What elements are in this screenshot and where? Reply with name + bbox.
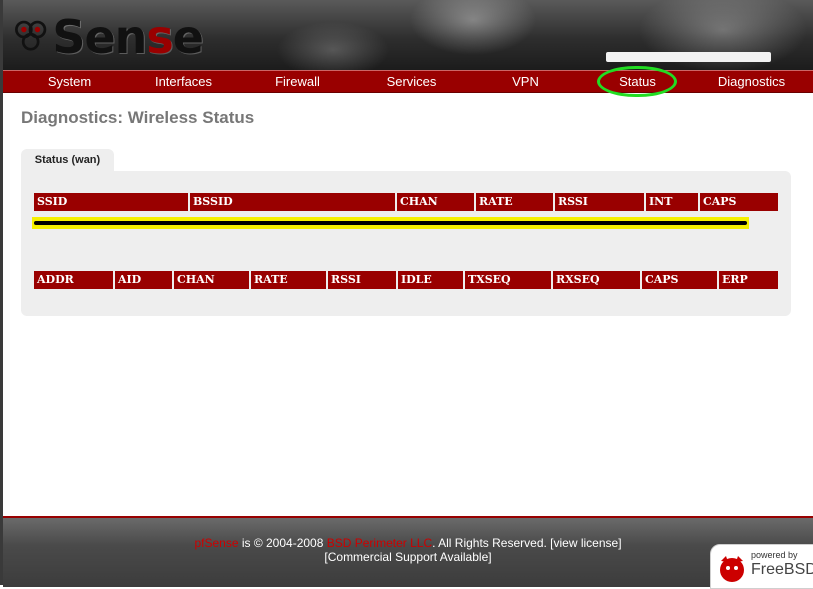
clients-table-header: ADDR AID CHAN RATE RSSI IDLE TXSEQ RXSEQ… — [34, 271, 778, 289]
freebsd-label: FreeBSD — [751, 561, 813, 578]
copyright-line: pfSense is © 2004-2008 BSD Perimeter LLC… — [194, 536, 622, 550]
annotation-highlight-line — [32, 217, 749, 229]
column-header: IDLE — [398, 271, 463, 289]
column-header: CHAN — [397, 193, 474, 211]
nav-diagnostics[interactable]: Diagnostics — [703, 71, 800, 92]
column-header: RSSI — [555, 193, 644, 211]
column-header: ERP — [719, 271, 778, 289]
column-header: CHAN — [174, 271, 249, 289]
nav-services[interactable]: Services — [365, 71, 458, 92]
annotation-circle — [597, 66, 677, 97]
pfsense-link[interactable]: pfSense — [194, 536, 238, 550]
column-header: INT — [646, 193, 698, 211]
column-header: RSSI — [328, 271, 396, 289]
column-header: BSSID — [190, 193, 395, 211]
main-nav: System Interfaces Firewall Services VPN … — [3, 70, 813, 93]
redacted-hostname — [606, 52, 771, 62]
column-header: CAPS — [642, 271, 717, 289]
page-footer: pfSense is © 2004-2008 BSD Perimeter LLC… — [3, 516, 813, 589]
commercial-support-link[interactable]: [Commercial Support Available] — [3, 550, 813, 564]
column-header: RATE — [251, 271, 326, 289]
page-header: Sense — [3, 0, 813, 70]
view-license-link[interactable]: view license — [554, 536, 619, 550]
powered-by-label: powered by — [751, 550, 798, 560]
nav-vpn[interactable]: VPN — [479, 71, 572, 92]
column-header: SSID — [34, 193, 188, 211]
column-header: RXSEQ — [553, 271, 640, 289]
column-header: TXSEQ — [465, 271, 551, 289]
nav-firewall[interactable]: Firewall — [251, 71, 344, 92]
column-header: CAPS — [700, 193, 778, 211]
networks-table-header: SSID BSSID CHAN RATE RSSI INT CAPS — [34, 193, 778, 211]
column-header: AID — [115, 271, 172, 289]
tab-status-wan[interactable]: Status (wan) — [21, 149, 114, 172]
nav-interfaces[interactable]: Interfaces — [137, 71, 230, 92]
pfsense-gears-icon — [15, 20, 47, 51]
freebsd-badge[interactable]: powered by FreeBSD — [710, 544, 813, 589]
freebsd-daemon-icon — [720, 556, 744, 582]
column-header: RATE — [476, 193, 553, 211]
page-title: Diagnostics: Wireless Status — [21, 108, 255, 127]
bsd-perimeter-link[interactable]: BSD Perimeter LLC — [327, 536, 432, 550]
logo-wordmark: Sense — [52, 10, 204, 64]
column-header: ADDR — [34, 271, 113, 289]
nav-system[interactable]: System — [23, 71, 116, 92]
pfsense-logo[interactable]: Sense — [13, 8, 204, 66]
